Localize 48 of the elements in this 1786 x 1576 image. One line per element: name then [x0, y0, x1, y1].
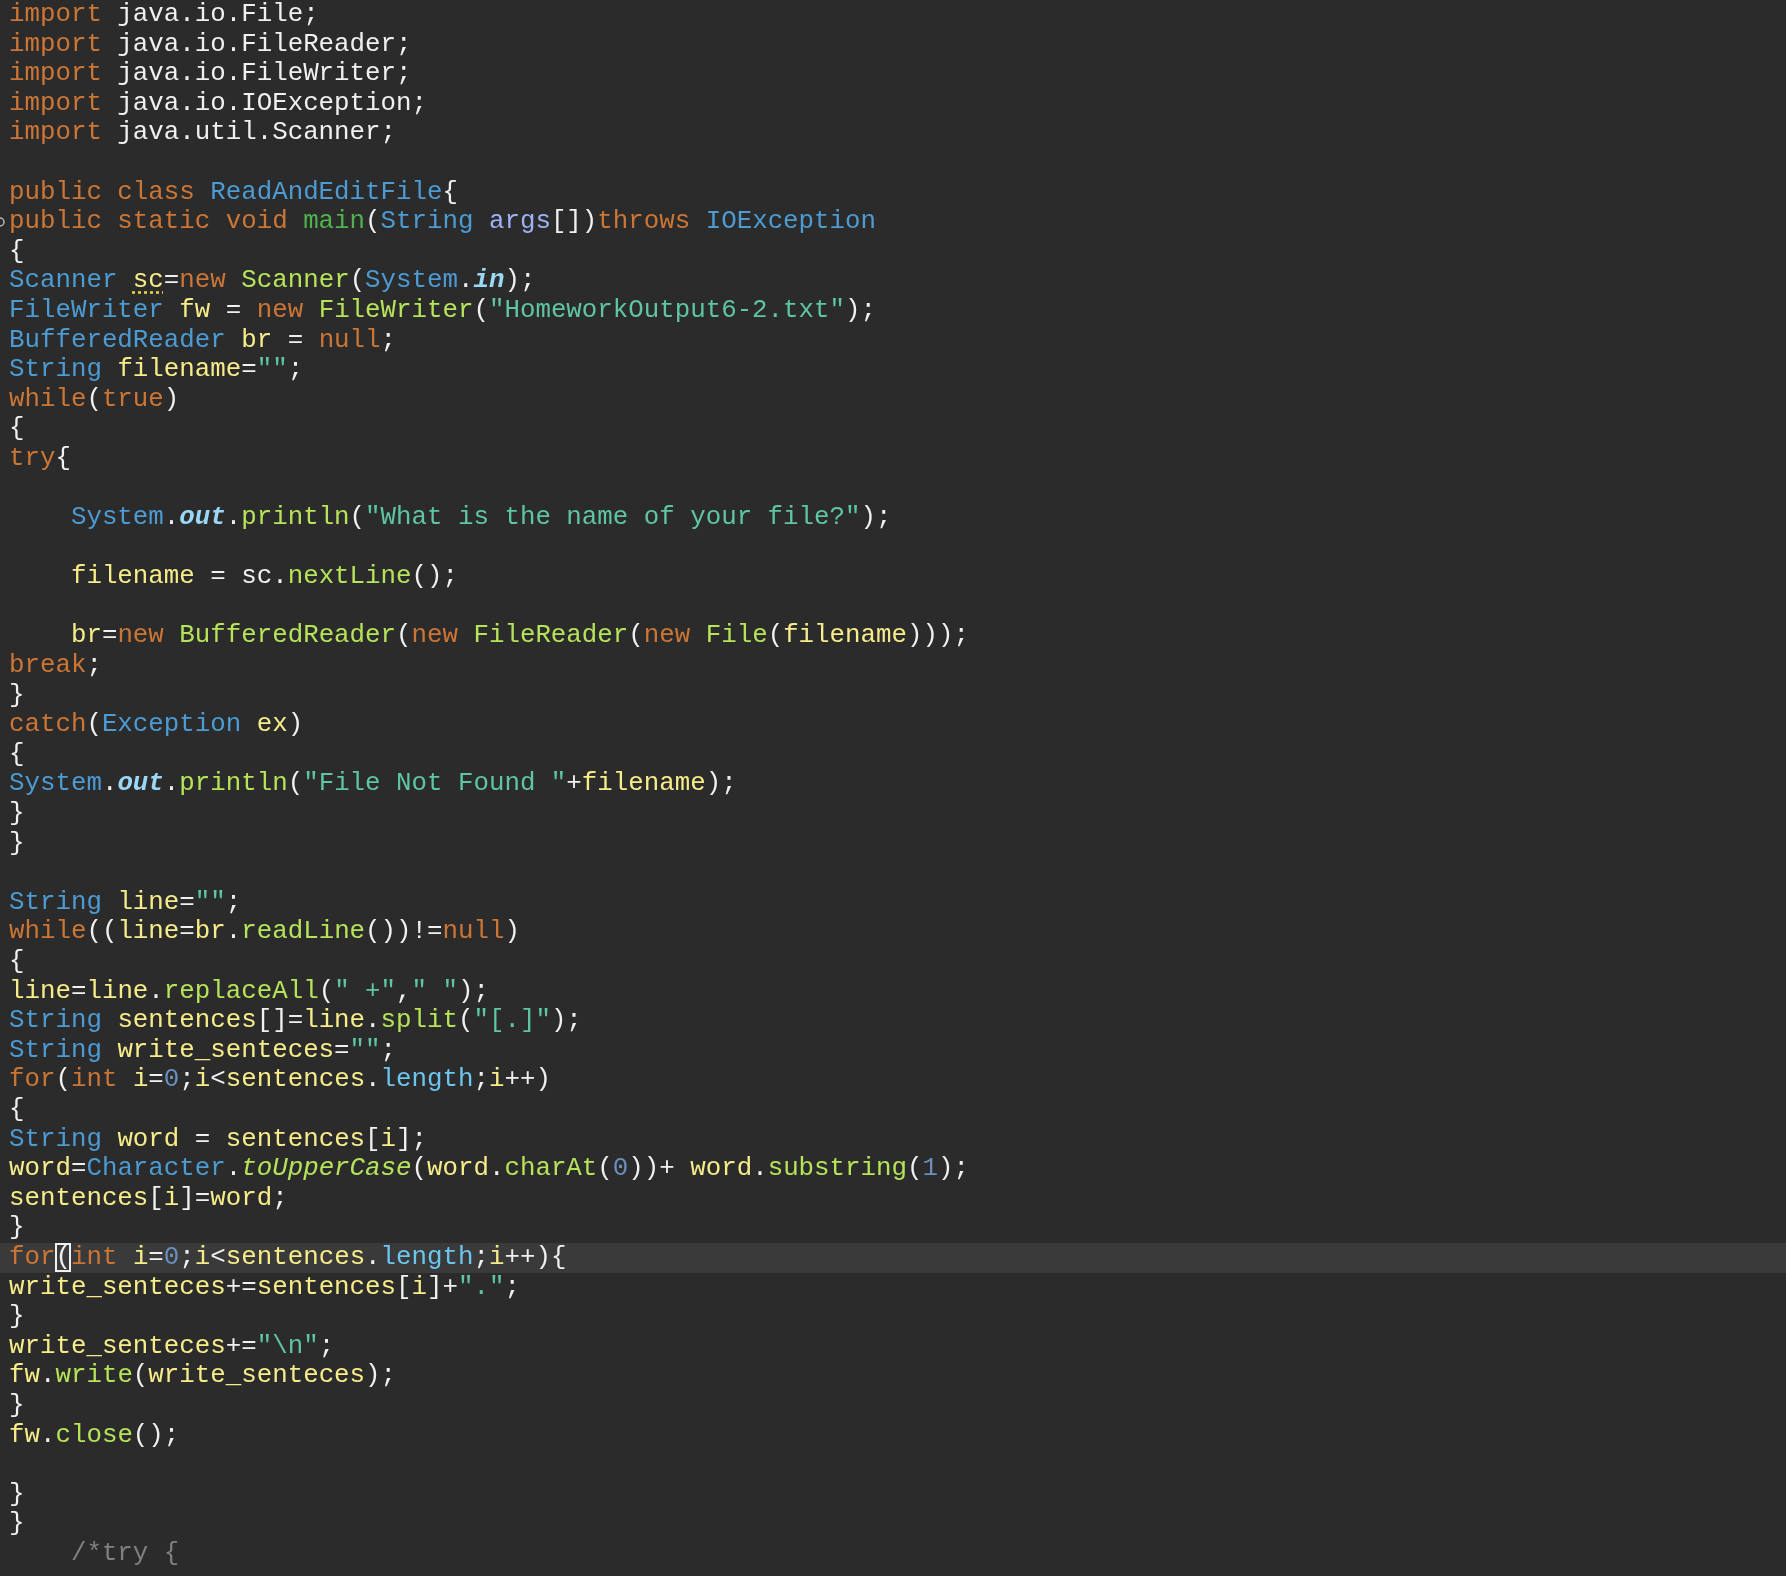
code-line: }: [9, 1213, 26, 1243]
code-line: public static void main(String args[])throws IOException: [9, 207, 877, 237]
code-line: import java.io.FileWriter;: [9, 59, 413, 89]
code-line: /*try {: [69, 1538, 181, 1569]
code-line: import java.util.Scanner;: [9, 118, 398, 148]
code-line: while(true): [9, 384, 181, 415]
code-line: }: [9, 1509, 26, 1539]
code-line: }: [9, 828, 26, 859]
code-line: import java.io.File;: [9, 0, 320, 30]
code-line: {: [9, 1094, 26, 1125]
code-line: {: [9, 414, 26, 444]
code-line: for(int i=0;i<sentences.length;i++){: [9, 1242, 568, 1273]
code-line: }: [9, 680, 26, 711]
code-line: import java.io.FileReader;: [9, 29, 413, 60]
code-line: try{: [9, 443, 72, 474]
code-line: String line="";: [9, 887, 243, 918]
code-line: public class ReadAndEditFile{: [9, 177, 459, 208]
code-line: {: [9, 947, 26, 977]
code-line: System.out.println("What is the name of your file?");: [69, 503, 893, 533]
code-line: fw.write(write_senteces);: [9, 1361, 398, 1391]
code-line: }: [9, 1479, 26, 1510]
code-line: String word = sentences[i];: [9, 1124, 429, 1155]
code-line: import java.io.IOException;: [9, 88, 428, 119]
code-line: catch(Exception ex): [9, 710, 305, 740]
code-line: }: [9, 1302, 26, 1332]
code-line: }: [9, 799, 26, 829]
code-line: write_senteces+="\n";: [9, 1331, 336, 1362]
code-line: line=line.replaceAll(" +"," ");: [9, 976, 490, 1007]
code-line: word=Character.toUpperCase(word.charAt(0))+ word.substring(1);: [9, 1154, 970, 1184]
code-line: }: [9, 1390, 26, 1421]
code-line: Scanner sc=new Scanner(System.in);: [9, 266, 537, 296]
code-line: String write_senteces="";: [9, 1035, 398, 1066]
code-line: filename = sc.nextLine();: [69, 562, 459, 592]
code-line: while((line=br.readLine())!=null): [9, 917, 521, 947]
code-line: {: [9, 236, 26, 267]
gutter-marker-icon: [0, 216, 6, 227]
code-line: System.out.println("File Not Found "+filename);: [9, 769, 738, 800]
code-line: FileWriter fw = new FileWriter("HomeworkOutput6-2.txt");: [9, 295, 877, 326]
code-line: write_senteces+=sentences[i]+".";: [9, 1272, 521, 1303]
code-line: {: [9, 739, 26, 770]
code-line: BufferedReader br = null;: [9, 325, 398, 356]
code-line: for(int i=0;i<sentences.length;i++): [9, 1065, 552, 1095]
code-line: String filename="";: [9, 355, 305, 385]
code-line: sentences[i]=word;: [9, 1183, 289, 1214]
code-line: fw.close();: [9, 1420, 181, 1451]
code-line: break;: [9, 651, 103, 681]
code-line: br=new BufferedReader(new FileReader(new File(filename)));: [69, 621, 970, 652]
code-line: String sentences[]=line.split("[.]");: [9, 1006, 583, 1036]
